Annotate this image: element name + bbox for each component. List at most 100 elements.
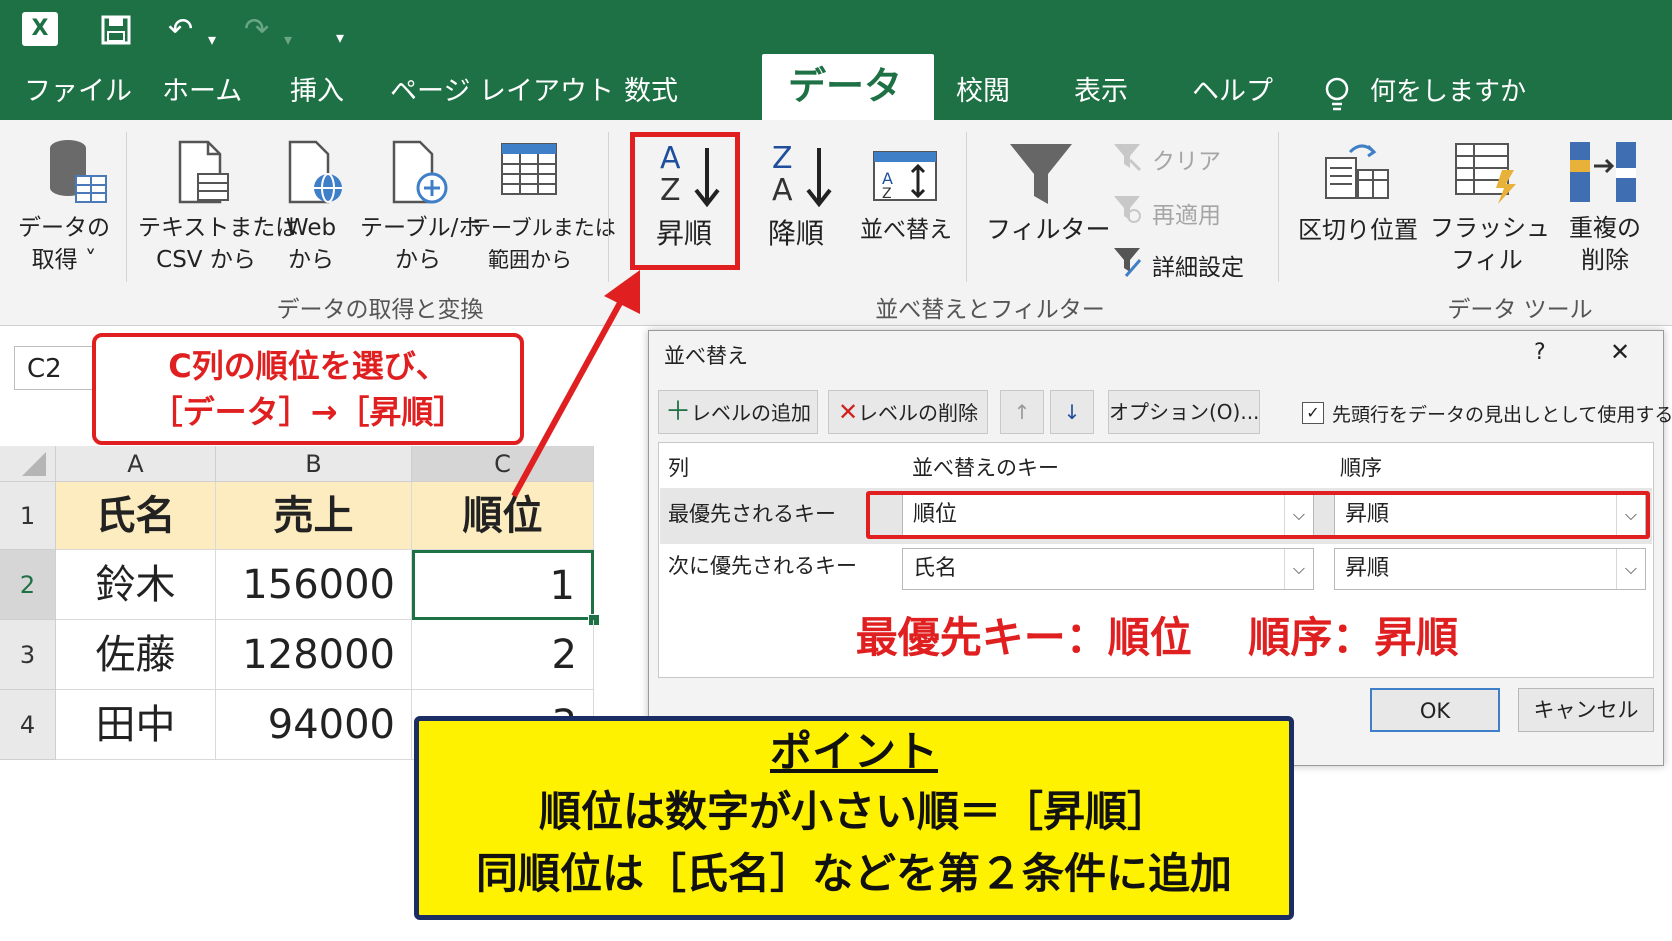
from-range-button[interactable]: テーブルまたは 範囲から [470, 212, 616, 276]
tab-review[interactable]: 校閲 [956, 70, 1010, 114]
then-by-column-select[interactable]: 氏名 ⌵ [902, 548, 1314, 590]
row-header-4[interactable]: 4 [0, 690, 56, 760]
undo-dropdown-icon[interactable]: ▾ [208, 22, 216, 58]
remove-duplicates-label-1: 重複の [1569, 214, 1641, 242]
remove-duplicates-label-2: 削除 [1581, 246, 1629, 274]
sort-button[interactable]: 並べ替え [854, 214, 958, 246]
cell-a3[interactable]: 佐藤 [56, 620, 216, 690]
cancel-button[interactable]: キャンセル [1518, 688, 1654, 732]
move-down-button[interactable]: ↓ [1050, 390, 1094, 434]
excel-logo-icon: X [22, 12, 58, 46]
row-header-1[interactable]: 1 [0, 482, 56, 550]
cell-b3[interactable]: 128000 [216, 620, 412, 690]
column-header-a[interactable]: A [56, 446, 216, 482]
tab-formulas[interactable]: 数式 [624, 70, 678, 114]
delete-level-button[interactable]: ✕レベルの削除 [828, 390, 988, 434]
save-icon[interactable] [100, 14, 132, 46]
delete-x-icon: ✕ [837, 398, 859, 426]
then-by-column-value: 氏名 [913, 556, 958, 581]
text-to-columns-button[interactable]: 区切り位置 [1296, 214, 1420, 246]
flash-fill-label-1: フラッシュ [1430, 214, 1550, 242]
tell-me-search[interactable]: 何をしますか [1370, 70, 1526, 114]
tab-file[interactable]: ファイル [24, 70, 132, 114]
select-all-corner[interactable] [0, 446, 56, 482]
undo-icon[interactable]: ↶ [168, 12, 193, 48]
name-box[interactable]: C2 [14, 346, 94, 390]
tab-home[interactable]: ホーム [162, 70, 242, 114]
filter-button[interactable]: フィルター [986, 214, 1111, 246]
cell-b2[interactable]: 156000 [216, 550, 412, 620]
order-heading: 順序 [1340, 456, 1382, 480]
column-header-b[interactable]: B [216, 446, 412, 482]
from-text-csv-label-1: テキストまたは [138, 215, 299, 241]
flash-fill-icon [1455, 143, 1516, 204]
dialog-title: 並べ替え [664, 344, 748, 368]
tab-view[interactable]: 表示 [1074, 70, 1128, 114]
cell-a2[interactable]: 鈴木 [56, 550, 216, 620]
ribbon-divider [966, 132, 967, 282]
cell-b1[interactable]: 売上 [216, 482, 412, 550]
point-line-2: 同順位は［氏名］などを第２条件に追加 [475, 849, 1232, 898]
then-by-order-select[interactable]: 昇順 ⌵ [1334, 548, 1646, 590]
cell-b4[interactable]: 94000 [216, 690, 412, 760]
dialog-close-button[interactable]: ✕ [1610, 338, 1630, 366]
from-web-label-1: Web [285, 215, 337, 241]
dialog-help-button[interactable]: ? [1534, 340, 1546, 365]
tab-data[interactable]: データ [788, 64, 902, 108]
instruction-line-2: ［データ］→［昇順］ [150, 393, 466, 431]
advanced-filter-button[interactable]: 詳細設定 [1152, 248, 1244, 282]
sort-ascending-highlight [630, 132, 740, 270]
group-label-sort-filter: 並べ替えとフィルター [875, 297, 1105, 323]
web-globe-icon [288, 140, 342, 204]
tab-page-layout[interactable]: ページ レイアウト [390, 70, 614, 114]
chevron-down-icon: ⌵ [1616, 549, 1645, 589]
sort-by-label: 最優先されるキー [668, 502, 836, 526]
from-text-csv-button[interactable]: テキストまたは CSV から [138, 212, 299, 276]
ribbon-divider [126, 132, 127, 282]
clear-button: クリア [1152, 149, 1221, 175]
table-grid-icon [501, 143, 557, 195]
header-row-checkbox[interactable]: ✓ [1302, 402, 1324, 424]
flash-fill-button[interactable]: フラッシュ フィル [1430, 212, 1550, 276]
column-heading: 列 [668, 456, 689, 480]
reapply-icon [1114, 196, 1141, 223]
get-data-button[interactable]: データの 取得 ˅ [14, 212, 114, 276]
from-web-button[interactable]: Web から [276, 212, 346, 276]
delete-level-label: レベルの削除 [858, 401, 979, 425]
sort-descending-button[interactable]: 降順 [754, 218, 838, 250]
svg-text:Z: Z [882, 186, 892, 202]
arrow-up-icon: ↑ [1013, 400, 1031, 424]
from-table-button[interactable]: テーブル/ホ から [360, 212, 482, 276]
sort-dialog-icon: A Z [873, 151, 937, 202]
text-to-columns-icon [1325, 144, 1389, 199]
sort-desc-a-icon: A [772, 173, 793, 208]
ok-button[interactable]: OK [1370, 688, 1500, 732]
from-table-label-2: から [395, 247, 441, 273]
row-header-2[interactable]: 2 [0, 550, 56, 620]
add-level-button[interactable]: ＋レベルの追加 [658, 390, 818, 434]
move-up-button[interactable]: ↑ [1000, 390, 1044, 434]
ribbon-divider [608, 132, 609, 282]
sort-desc-z-icon: Z [772, 141, 793, 176]
chevron-down-icon: ⌵ [1284, 549, 1313, 589]
primary-key-highlight [866, 491, 1650, 539]
row-header-3[interactable]: 3 [0, 620, 56, 690]
add-level-label: レベルの追加 [691, 401, 811, 425]
cell-a1[interactable]: 氏名 [56, 482, 216, 550]
cell-c2-selected[interactable]: 1 [412, 550, 594, 620]
tab-help[interactable]: ヘルプ [1192, 70, 1273, 114]
redo-icon: ↷ [244, 12, 270, 47]
reapply-button: 再適用 [1152, 203, 1221, 229]
options-button[interactable]: オプション(O)... [1108, 390, 1260, 434]
tab-insert[interactable]: 挿入 [290, 70, 344, 114]
from-range-label-1: テーブルまたは [470, 216, 616, 240]
customize-toolbar-icon[interactable]: ▾ [336, 20, 344, 56]
instruction-line-1: C列の順位を選び、 [168, 347, 448, 385]
cell-a4[interactable]: 田中 [56, 690, 216, 760]
point-title: ポイント [769, 727, 938, 776]
advanced-filter-icon [1114, 248, 1142, 277]
from-table-label-1: テーブル/ホ [360, 215, 482, 241]
cell-c3[interactable]: 2 [412, 620, 594, 690]
remove-duplicates-button[interactable]: 重複の 削除 [1550, 212, 1660, 276]
arrow-down-icon: ↓ [1063, 400, 1081, 424]
